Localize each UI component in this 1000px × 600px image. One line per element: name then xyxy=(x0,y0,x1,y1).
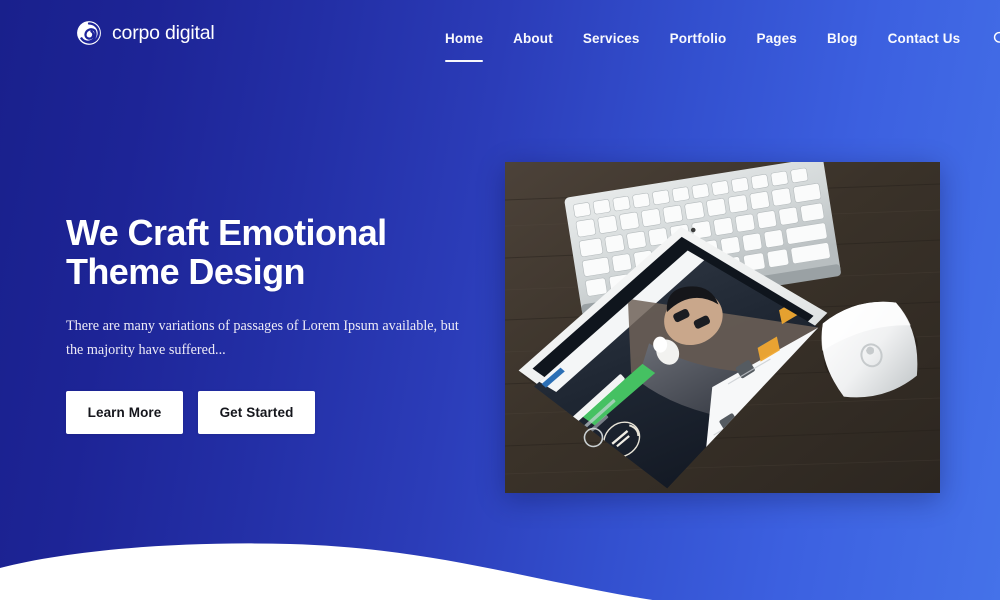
hero-photo xyxy=(505,162,940,493)
nav-item-services[interactable]: Services xyxy=(568,27,655,50)
nav-menu: Home About Services Portfolio Pages Blog… xyxy=(430,27,1000,62)
nav-item-home[interactable]: Home xyxy=(430,27,498,62)
hero-action-buttons: Learn More Get Started xyxy=(66,390,486,434)
search-button[interactable] xyxy=(989,28,1000,50)
learn-more-button[interactable]: Learn More xyxy=(66,390,183,434)
hero-section: corpo digital Home About Services Portfo… xyxy=(0,0,1000,600)
hero-copy-block: We Craft Emotional Theme Design There ar… xyxy=(66,212,486,434)
nav-item-blog[interactable]: Blog xyxy=(812,27,873,50)
wave-shape xyxy=(0,543,1000,600)
nav-item-pages[interactable]: Pages xyxy=(741,27,812,50)
search-icon xyxy=(993,31,1000,43)
spiral-icon xyxy=(77,21,101,45)
nav-item-about[interactable]: About xyxy=(498,27,568,50)
hero-subtitle: There are many variations of passages of… xyxy=(66,317,459,359)
get-started-button[interactable]: Get Started xyxy=(198,390,315,434)
brand-name: corpo digital xyxy=(112,21,215,44)
top-navigation-bar: corpo digital Home About Services Portfo… xyxy=(0,0,1000,78)
hero-title: We Craft Emotional Theme Design xyxy=(66,212,387,292)
nav-item-contact-us[interactable]: Contact Us xyxy=(873,27,976,50)
desk-workspace-illustration xyxy=(505,162,940,493)
nav-item-portfolio[interactable]: Portfolio xyxy=(655,27,742,50)
brand-logo[interactable]: corpo digital xyxy=(76,20,215,46)
bottom-wave-divider xyxy=(0,540,1000,600)
